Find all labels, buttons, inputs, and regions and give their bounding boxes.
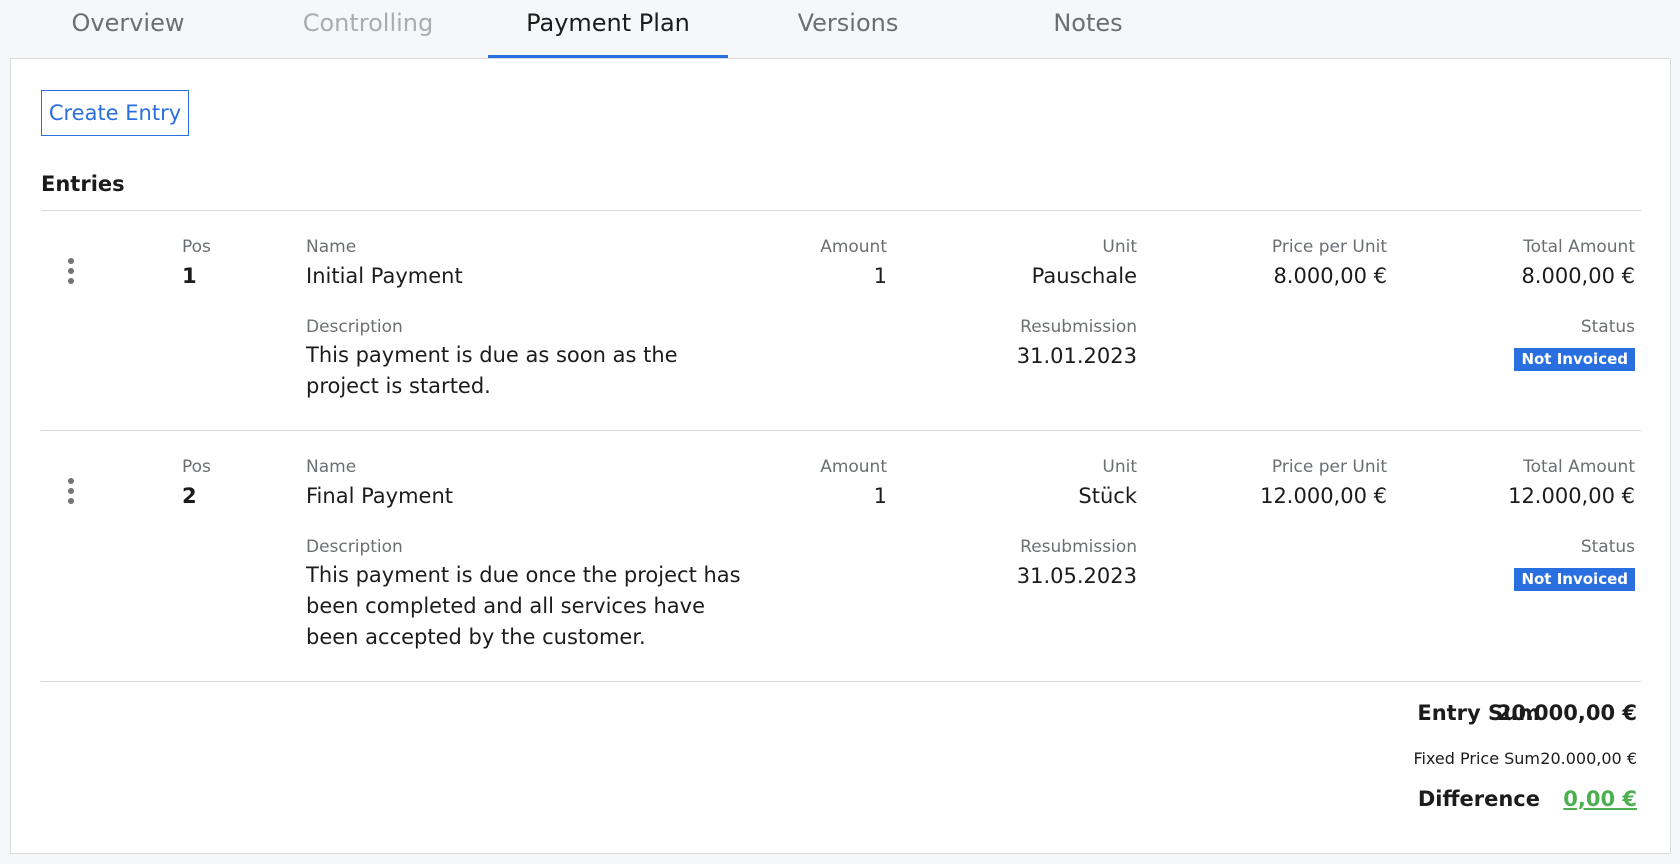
tab-controlling: Controlling: [302, 9, 434, 37]
difference-value[interactable]: 0,00 €: [1563, 787, 1637, 811]
unit-value: Pauschale: [1031, 264, 1137, 288]
unit-label: Unit: [1102, 457, 1137, 477]
divider: [41, 681, 1641, 682]
more-vertical-icon[interactable]: [65, 258, 77, 284]
entries-heading: Entries: [41, 172, 125, 196]
payment-plan-panel: Create Entry Entries Pos 1 Name Initial …: [10, 58, 1671, 854]
resubmission-label: Resubmission: [1020, 317, 1137, 337]
total-amount-label: Total Amount: [1523, 237, 1635, 257]
resubmission-value: 31.01.2023: [1016, 344, 1137, 368]
entry-sum-value: 20.000,00 €: [1496, 701, 1637, 725]
payment-entry: Pos 1 Name Initial Payment Amount 1 Unit…: [41, 211, 1641, 429]
name-value: Initial Payment: [306, 264, 463, 288]
amount-value: 1: [873, 484, 887, 508]
amount-label: Amount: [820, 237, 887, 257]
status-badge: Not Invoiced: [1514, 568, 1635, 591]
description-value: This payment is due as soon as the proje…: [306, 343, 678, 398]
tab-payment-plan[interactable]: Payment Plan: [488, 0, 728, 58]
tab-versions[interactable]: Versions: [728, 0, 968, 58]
name-label: Name: [306, 237, 357, 257]
pos-label: Pos: [182, 237, 211, 257]
resubmission-value: 31.05.2023: [1016, 564, 1137, 588]
fixed-price-sum-label: Fixed Price Sum: [1413, 749, 1540, 768]
unit-label: Unit: [1102, 237, 1137, 257]
tab-notes[interactable]: Notes: [968, 0, 1208, 58]
price-per-unit-value: 8.000,00 €: [1273, 264, 1387, 288]
status-label: Status: [1580, 317, 1635, 337]
total-amount-label: Total Amount: [1523, 457, 1635, 477]
pos-value: 1: [182, 264, 197, 288]
unit-value: Stück: [1078, 484, 1137, 508]
status-badge: Not Invoiced: [1514, 348, 1635, 371]
total-amount-value: 12.000,00 €: [1508, 484, 1635, 508]
pos-label: Pos: [182, 457, 211, 477]
status-label: Status: [1580, 537, 1635, 557]
description-label: Description: [306, 537, 403, 557]
payment-entry: Pos 2 Name Final Payment Amount 1 Unit S…: [41, 431, 1641, 679]
amount-value: 1: [873, 264, 887, 288]
description-label: Description: [306, 317, 403, 337]
amount-label: Amount: [820, 457, 887, 477]
name-label: Name: [306, 457, 357, 477]
tab-bar: Overview Controlling Payment Plan Versio…: [0, 0, 1680, 58]
difference-label: Difference: [1417, 787, 1540, 811]
more-vertical-icon[interactable]: [65, 478, 77, 504]
create-entry-button[interactable]: Create Entry: [41, 90, 189, 136]
total-amount-value: 8.000,00 €: [1521, 264, 1635, 288]
resubmission-label: Resubmission: [1020, 537, 1137, 557]
price-per-unit-label: Price per Unit: [1271, 237, 1387, 257]
price-per-unit-label: Price per Unit: [1271, 457, 1387, 477]
name-value: Final Payment: [306, 484, 454, 508]
pos-value: 2: [182, 484, 197, 508]
description-value: This payment is due once the project has…: [306, 563, 741, 649]
price-per-unit-value: 12.000,00 €: [1260, 484, 1387, 508]
tab-overview[interactable]: Overview: [8, 0, 248, 58]
fixed-price-sum-value: 20.000,00 €: [1540, 749, 1637, 768]
